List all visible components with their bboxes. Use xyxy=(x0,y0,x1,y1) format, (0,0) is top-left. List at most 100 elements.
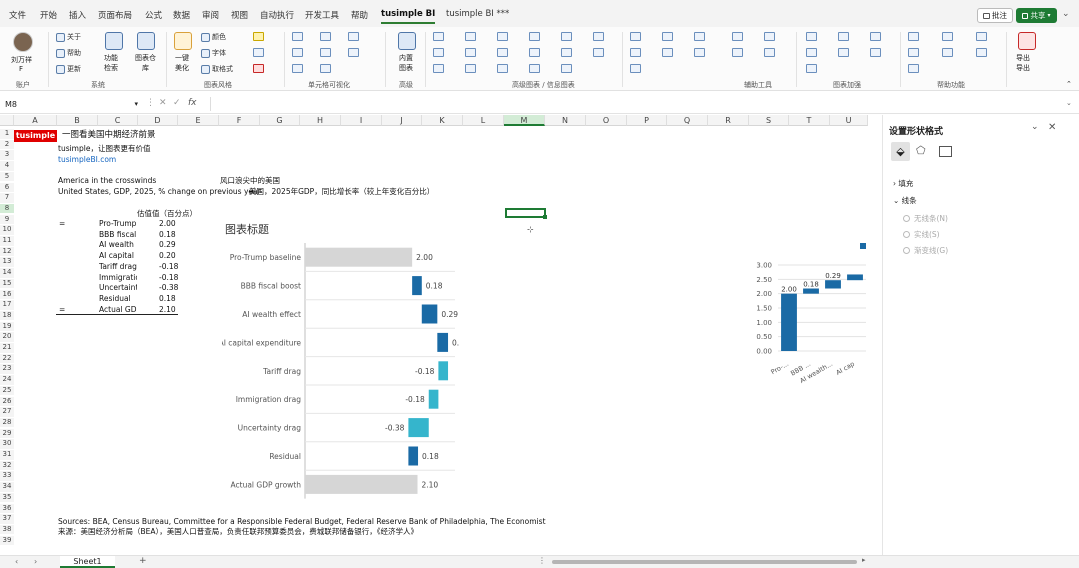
font-button[interactable]: 字体 xyxy=(201,48,226,58)
row-header[interactable]: 26 xyxy=(0,396,14,407)
bar-chart-icon[interactable] xyxy=(398,32,416,50)
row-header[interactable]: 11 xyxy=(0,236,14,246)
cell-tool-icon[interactable] xyxy=(320,32,331,41)
tab-view[interactable]: 视图 xyxy=(231,9,248,21)
chevron-down-icon[interactable]: ⌄ xyxy=(1062,9,1070,19)
column-header[interactable]: C xyxy=(98,115,138,126)
tool-icon[interactable] xyxy=(764,48,775,57)
row-header[interactable]: 32 xyxy=(0,460,14,471)
tab-insert[interactable]: 插入 xyxy=(69,9,86,21)
row-header[interactable]: 21 xyxy=(0,343,14,353)
row-header[interactable]: 9 xyxy=(0,214,14,225)
tool-icon[interactable] xyxy=(630,48,641,57)
row-header[interactable]: 35 xyxy=(0,492,14,503)
row-header[interactable]: 37 xyxy=(0,514,14,524)
column-header[interactable]: I xyxy=(341,115,382,126)
column-header[interactable]: P xyxy=(627,115,667,126)
row-header[interactable]: 27 xyxy=(0,407,14,417)
column-header[interactable]: H xyxy=(300,115,341,126)
help-func-icon[interactable] xyxy=(942,32,953,41)
cell-tool-icon[interactable] xyxy=(320,48,331,57)
worksheet-grid[interactable]: ABCDEFGHIJKLMNOPQRSTU 1 2 3 4 5 6 7 8 9 10 11 12 13 1… xyxy=(0,115,868,555)
row-header[interactable]: 38 xyxy=(0,524,14,535)
solid-line-option[interactable]: 实线(S) xyxy=(903,229,940,240)
row-header[interactable]: 20 xyxy=(0,332,14,342)
enhance-icon[interactable] xyxy=(806,48,817,57)
row-header[interactable]: 17 xyxy=(0,300,14,310)
column-header[interactable]: R xyxy=(708,115,749,126)
row-header[interactable]: 30 xyxy=(0,439,14,449)
row-header[interactable]: 13 xyxy=(0,257,14,267)
enhance-icon[interactable] xyxy=(838,48,849,57)
column-header[interactable]: S xyxy=(749,115,789,126)
prev-sheet-icon[interactable]: ‹ xyxy=(15,557,18,566)
next-sheet-icon[interactable]: › xyxy=(34,557,37,566)
row-header[interactable]: 6 xyxy=(0,182,14,193)
format-painter-button[interactable]: 取格式 xyxy=(201,64,233,74)
collapse-ribbon-icon[interactable]: ⌃ xyxy=(1066,80,1072,88)
column-header[interactable]: G xyxy=(260,115,300,126)
enhance-icon[interactable] xyxy=(870,32,881,41)
chart-type-icon[interactable] xyxy=(433,64,444,73)
help-func-icon[interactable] xyxy=(976,48,987,57)
row-header[interactable]: 24 xyxy=(0,375,14,385)
row-header[interactable]: 31 xyxy=(0,450,14,460)
share-button[interactable]: 共享 ▾ xyxy=(1016,8,1057,23)
help-func-icon[interactable] xyxy=(942,48,953,57)
row-header[interactable]: 1 xyxy=(0,129,14,139)
font-color-icon[interactable] xyxy=(253,64,264,73)
close-icon[interactable]: ✕ xyxy=(1048,122,1056,133)
row-header[interactable]: 3 xyxy=(0,150,14,160)
chart-type-icon[interactable] xyxy=(465,32,476,41)
row-header[interactable]: 12 xyxy=(0,246,14,257)
column-header[interactable]: K xyxy=(422,115,463,126)
help-func-icon[interactable] xyxy=(908,64,919,73)
expand-formula-icon[interactable]: ⌄ xyxy=(1066,99,1072,107)
column-header[interactable]: Q xyxy=(667,115,708,126)
tool-icon[interactable] xyxy=(694,32,705,41)
cell-tool-icon[interactable] xyxy=(292,64,303,73)
chart-type-icon[interactable] xyxy=(433,48,444,57)
column-header[interactable]: U xyxy=(830,115,868,126)
row-header[interactable]: 10 xyxy=(0,225,14,235)
chart-type-icon[interactable] xyxy=(529,64,540,73)
column-header[interactable]: T xyxy=(789,115,830,126)
select-all-corner[interactable] xyxy=(0,115,14,126)
gradient-line-option[interactable]: 渐变线(G) xyxy=(903,245,948,256)
border-icon[interactable] xyxy=(253,48,264,57)
tool-icon[interactable] xyxy=(630,64,641,73)
add-sheet-button[interactable]: + xyxy=(139,556,147,566)
mini-column-chart[interactable]: 3.00 2.50 2.00 1.50 1.00 0.50 0.00 2.00 Pro-... 0… xyxy=(748,239,868,389)
tool-icon[interactable] xyxy=(732,32,743,41)
about-button[interactable]: 关于 xyxy=(56,32,81,42)
fill-handle[interactable] xyxy=(543,215,547,219)
column-header[interactable]: M xyxy=(504,115,545,126)
chart-type-icon[interactable] xyxy=(465,64,476,73)
horizontal-scrollbar-thumb[interactable] xyxy=(552,560,857,564)
row-header[interactable]: 18 xyxy=(0,310,14,321)
cell-tool-icon[interactable] xyxy=(292,48,303,57)
pdf-export-icon[interactable] xyxy=(1018,32,1036,50)
effects-tab[interactable]: ⬠ xyxy=(916,144,926,157)
update-button[interactable]: 更新 xyxy=(56,64,81,74)
row-header[interactable]: 33 xyxy=(0,471,14,481)
tab-file[interactable]: 文件 xyxy=(9,9,26,21)
no-line-option[interactable]: 无线条(N) xyxy=(903,213,948,224)
tab-developer[interactable]: 开发工具 xyxy=(305,9,339,21)
tab-help[interactable]: 帮助 xyxy=(351,9,368,21)
avatar[interactable] xyxy=(13,32,33,52)
tab-tusimple-bi[interactable]: tusimple BI xyxy=(381,9,436,24)
row-header[interactable]: 7 xyxy=(0,193,14,203)
tab-data[interactable]: 数据 xyxy=(173,9,190,21)
enhance-icon[interactable] xyxy=(870,48,881,57)
row-header[interactable]: 36 xyxy=(0,503,14,514)
chart-type-icon[interactable] xyxy=(593,32,604,41)
enhance-icon[interactable] xyxy=(806,32,817,41)
cell-tool-icon[interactable] xyxy=(348,48,359,57)
column-header[interactable]: A xyxy=(14,115,57,126)
column-header[interactable]: J xyxy=(382,115,422,126)
chart-type-icon[interactable] xyxy=(529,32,540,41)
features-icon[interactable] xyxy=(105,32,123,50)
tool-icon[interactable] xyxy=(732,48,743,57)
row-header[interactable]: 22 xyxy=(0,353,14,364)
